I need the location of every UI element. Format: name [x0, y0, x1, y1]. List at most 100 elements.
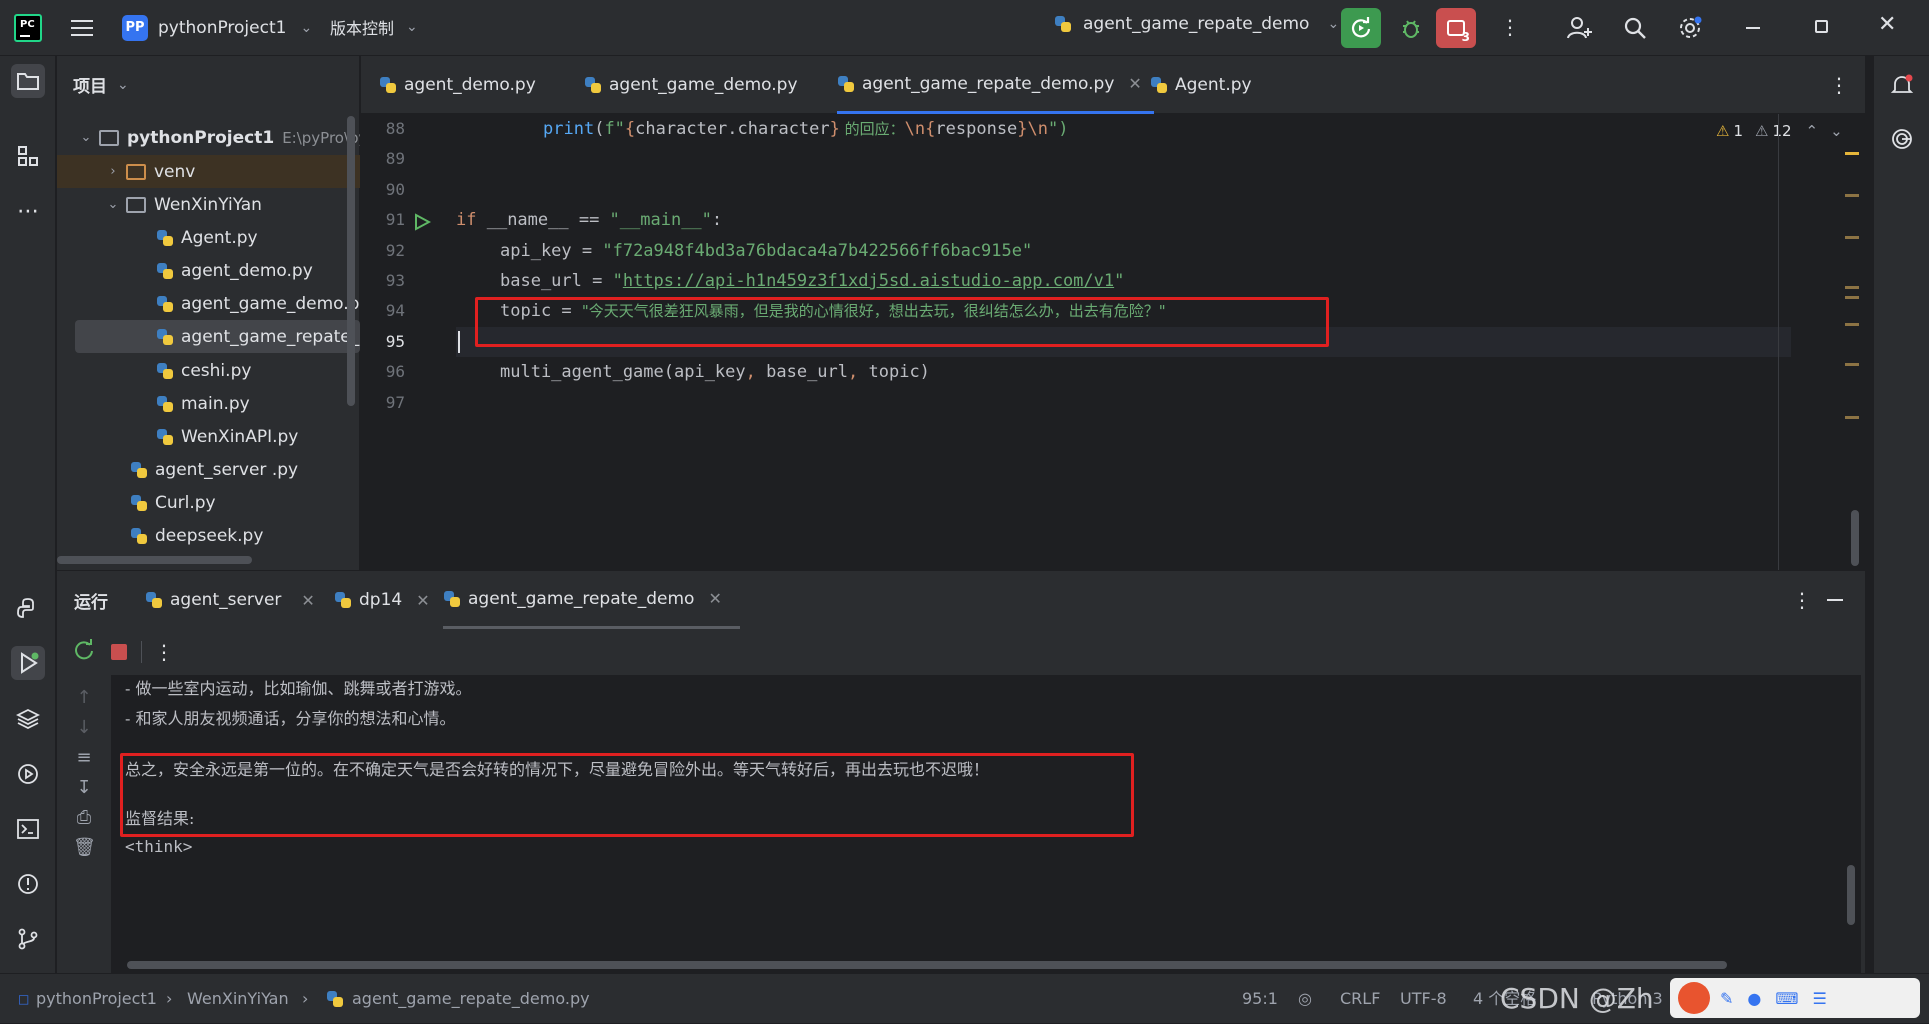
- tab-agent[interactable]: Agent.py: [1150, 56, 1252, 114]
- tree-item-venv[interactable]: › venv: [57, 155, 360, 188]
- arrow-up-icon[interactable]: ↑: [73, 687, 95, 709]
- project-folder-icon[interactable]: [11, 64, 45, 98]
- structure-icon[interactable]: [11, 139, 45, 173]
- code-token: print: [543, 119, 595, 139]
- notifications-bell-icon[interactable]: [1885, 68, 1919, 102]
- scroll-to-end-icon[interactable]: ↧: [73, 777, 95, 799]
- python-console-icon[interactable]: [11, 592, 45, 626]
- app-logo-icon[interactable]: PC: [14, 14, 42, 42]
- editor-vertical-scrollbar[interactable]: [1851, 510, 1859, 566]
- terminal-icon[interactable]: [11, 812, 45, 846]
- tree-item-file[interactable]: agent_server .py: [57, 453, 360, 486]
- tree-item-file[interactable]: Curl.py: [57, 486, 360, 519]
- project-horizontal-scrollbar[interactable]: [57, 556, 252, 564]
- tree-item-file[interactable]: agent_game_demo.py: [57, 287, 360, 320]
- git-branch-icon[interactable]: [11, 922, 45, 956]
- more-actions-icon[interactable]: ⋮: [154, 640, 174, 664]
- tree-item-file[interactable]: deepseek.py: [57, 519, 360, 552]
- soft-wrap-icon[interactable]: ≡: [73, 747, 95, 769]
- tree-item-file[interactable]: agent_demo.py: [57, 254, 360, 287]
- close-tab-icon[interactable]: ✕: [708, 589, 721, 608]
- tree-item-file[interactable]: main.py: [57, 387, 360, 420]
- ime-keyboard-icon: ⌨: [1775, 988, 1799, 1008]
- tree-item-label: agent_demo.py: [181, 260, 313, 281]
- run-panel-options-icon[interactable]: ⋮: [1792, 571, 1812, 629]
- close-icon[interactable]: ✕: [1878, 12, 1896, 37]
- console-horizontal-scrollbar[interactable]: [127, 961, 1727, 969]
- code-token: }: [829, 119, 840, 139]
- run-tab-agent-server[interactable]: agent_server ✕: [145, 571, 315, 629]
- trash-icon[interactable]: 🗑: [73, 837, 96, 859]
- error-stripe-mark: [1845, 296, 1859, 299]
- debug-button[interactable]: [1391, 8, 1431, 48]
- run-tab-agent-game-repate-demo[interactable]: agent_game_repate_demo ✕: [443, 571, 740, 629]
- tab-options-icon[interactable]: ⋮: [1829, 56, 1849, 114]
- tab-agent-game-repate-demo[interactable]: agent_game_repate_demo.py ✕: [837, 56, 1154, 114]
- ai-status-icon[interactable]: ◎: [1298, 974, 1312, 1024]
- project-vertical-scrollbar[interactable]: [347, 116, 355, 406]
- breadcrumb-folder[interactable]: WenXinYiYan: [187, 974, 289, 1024]
- caret-position[interactable]: 95:1: [1242, 974, 1278, 1024]
- chevron-down-icon[interactable]: ⌄: [1830, 122, 1843, 140]
- more-tools-icon[interactable]: ⋯: [11, 194, 45, 228]
- restore-button[interactable]: [1815, 20, 1828, 33]
- file-encoding[interactable]: UTF-8: [1400, 974, 1447, 1024]
- run-panel-minimize-icon[interactable]: [1827, 571, 1843, 629]
- services-icon[interactable]: [11, 757, 45, 791]
- tree-item-file[interactable]: Agent.py: [57, 221, 360, 254]
- layers-icon[interactable]: [11, 702, 45, 736]
- code-token: topic): [868, 362, 930, 382]
- ai-assistant-icon[interactable]: [1885, 122, 1919, 156]
- tree-item-label: agent_game_repate_de: [181, 326, 360, 347]
- run-gutter-icon[interactable]: [413, 213, 432, 235]
- close-tab-icon[interactable]: ✕: [301, 591, 314, 610]
- error-stripe-mark: [1845, 194, 1859, 197]
- minimize-button[interactable]: [1746, 27, 1760, 29]
- python-file-icon: [379, 76, 397, 94]
- line-number: 97: [385, 393, 405, 412]
- run-panel-header: 运行 agent_server ✕ dp14 ✕ agent_game_repate…: [57, 571, 1865, 629]
- tree-item-root[interactable]: ⌄ pythonProject1 E:\pyPro\pyt: [57, 121, 360, 154]
- console-line: <think>: [125, 837, 193, 856]
- tree-item-file[interactable]: WenXinAPI.py: [57, 420, 360, 453]
- stop-button[interactable]: 3: [1436, 8, 1476, 48]
- inspection-widget[interactable]: ⚠ 1 ⚠ 12 ⌃ ⌄: [1716, 122, 1843, 140]
- search-icon[interactable]: [1615, 8, 1655, 48]
- line-separator[interactable]: CRLF: [1340, 974, 1380, 1024]
- stop-icon[interactable]: [111, 644, 127, 660]
- breadcrumb-project[interactable]: pythonProject1: [36, 974, 157, 1024]
- rerun-icon[interactable]: [73, 639, 95, 665]
- main-menu-icon[interactable]: [62, 8, 102, 48]
- tab-agent-game-demo[interactable]: agent_game_demo.py: [584, 56, 798, 114]
- breadcrumb-file[interactable]: agent_game_repate_demo.py: [352, 974, 590, 1024]
- rerun-button[interactable]: [1341, 8, 1381, 48]
- code-line-96: multi_agent_game(api_key, base_url, topi…: [500, 357, 930, 387]
- code-url-link[interactable]: https://api-h1n459z3f1xdj5sd.aistudio-ap…: [623, 271, 1114, 291]
- tree-item-label: ceshi.py: [181, 360, 252, 381]
- project-badge: PP: [122, 15, 148, 41]
- error-stripe-mark: [1845, 323, 1859, 326]
- python-file-icon: [130, 527, 148, 545]
- problems-icon[interactable]: [11, 867, 45, 901]
- print-icon[interactable]: ⎙: [73, 807, 95, 829]
- more-actions-icon[interactable]: ⋮: [1500, 16, 1520, 38]
- tab-agent-demo[interactable]: agent_demo.py: [379, 56, 536, 114]
- console-vertical-scrollbar[interactable]: [1847, 865, 1855, 925]
- settings-gear-icon[interactable]: [1670, 8, 1710, 48]
- run-tab-dp14[interactable]: dp14 ✕: [334, 571, 430, 629]
- close-tab-icon[interactable]: ✕: [1128, 74, 1141, 93]
- tree-item-wenxinyiyan[interactable]: ⌄ WenXinYiYan: [57, 188, 360, 221]
- arrow-down-icon[interactable]: ↓: [73, 717, 95, 739]
- close-tab-icon[interactable]: ✕: [416, 591, 429, 610]
- tree-item-file[interactable]: ceshi.py: [57, 354, 360, 387]
- add-user-icon[interactable]: [1560, 8, 1600, 48]
- run-tool-icon[interactable]: [11, 646, 45, 680]
- project-switcher[interactable]: PP pythonProject1 ⌄: [122, 15, 312, 41]
- line-number: 91: [385, 210, 405, 229]
- run-config-selector[interactable]: agent_game_repate_demo ⌄: [1054, 14, 1339, 34]
- tree-item-file-selected[interactable]: agent_game_repate_de: [75, 320, 360, 353]
- ime-toolbar[interactable]: ✎ ● ⌨ ☰: [1670, 978, 1920, 1018]
- code-token: character.character: [635, 119, 830, 139]
- chevron-up-icon[interactable]: ⌃: [1806, 122, 1819, 140]
- vcs-menu[interactable]: 版本控制 ⌄: [330, 15, 418, 39]
